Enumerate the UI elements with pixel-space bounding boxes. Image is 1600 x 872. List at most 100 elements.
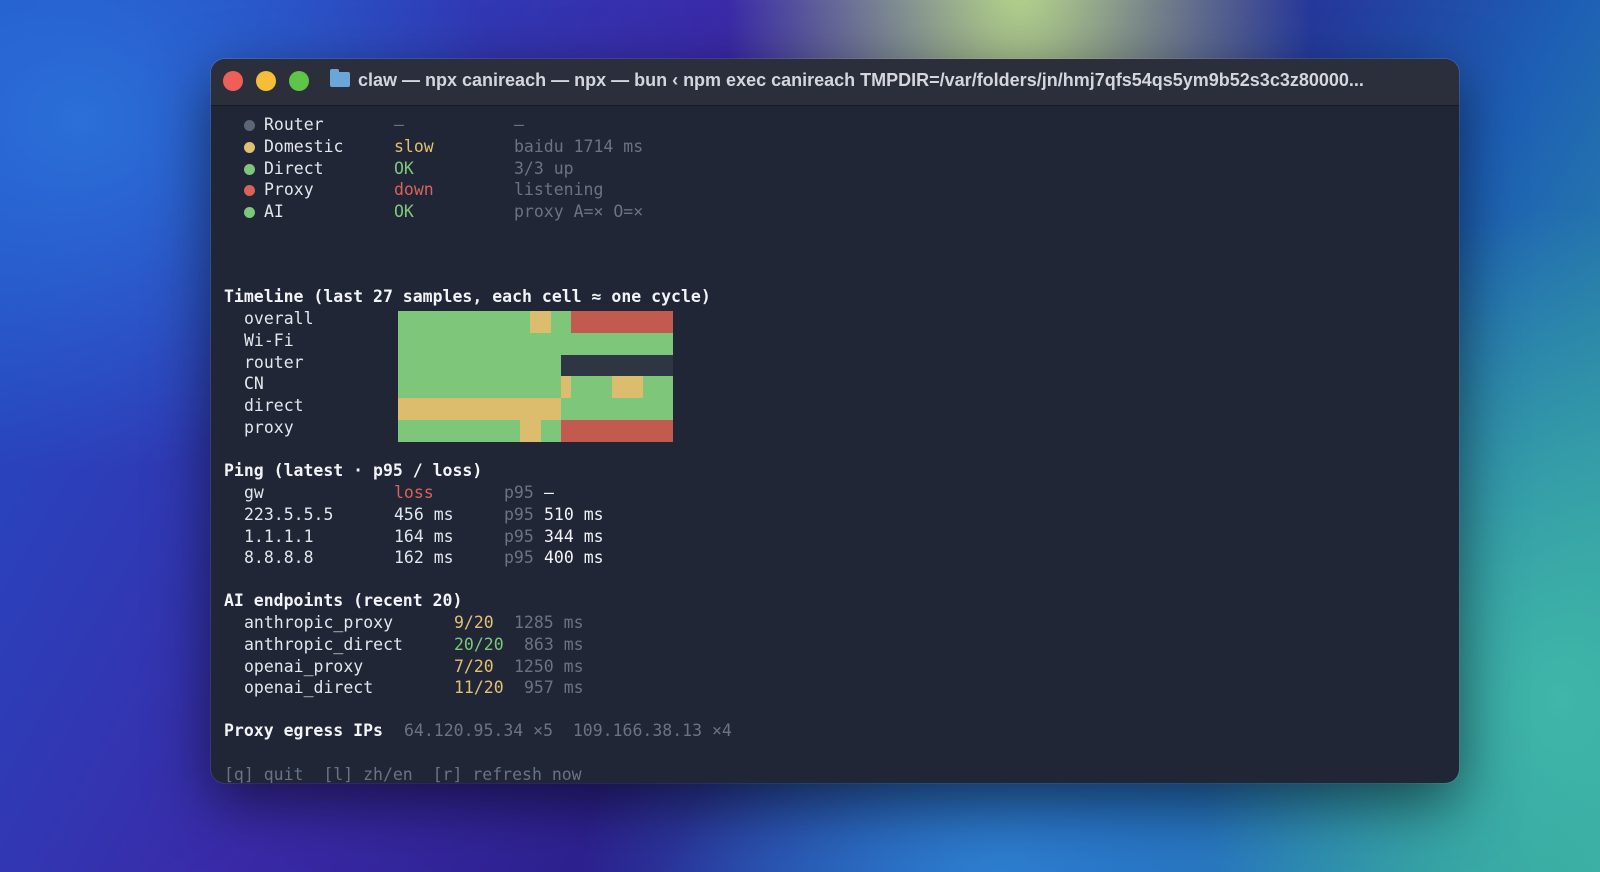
timeline-cell [448,332,460,355]
timeline-cell [469,311,480,333]
timeline-cell [550,332,561,355]
timeline-cell [428,376,439,399]
status-name: Router [264,115,324,134]
zoom-button[interactable] [289,71,309,91]
ai-endpoint-name: openai_proxy [244,656,364,676]
status-state: OK [394,202,414,222]
timeline-cell [469,354,480,377]
timeline-cell [662,354,674,377]
timeline-cell [398,311,409,333]
ai-endpoint-name: openai_direct [244,678,374,698]
timeline-cell [550,419,561,442]
timeline-cell [428,354,439,377]
timeline-row-label: direct [244,396,304,416]
timeline-cell [591,311,602,333]
timeline-cell [489,332,500,355]
timeline-cell [479,398,490,420]
timeline-cell [510,354,521,377]
timeline-grid [398,311,674,442]
ping-host: 223.5.5.5 [244,504,334,524]
timeline-heading: Timeline (last 27 samples, each cell ≈ o… [224,287,711,306]
ping-p95-label: p95 [504,548,534,568]
timeline-cell [591,332,602,355]
ai-endpoint-latency: 1250 ms [514,656,584,676]
status-detail: listening [514,180,604,200]
ping-latest: loss [394,483,434,502]
status-state: down [394,180,434,200]
ping-p95-label: p95 [504,526,534,546]
timeline-cell [540,419,551,442]
ping-host: 1.1.1.1 [244,526,314,546]
timeline-cell [581,376,592,399]
ping-p95-value: — [544,483,554,502]
ai-endpoint-latency: 863 ms [524,634,584,654]
timeline-cell [398,419,409,442]
timeline-cell [632,376,643,399]
timeline-row-label: overall [244,309,314,328]
timeline-cell [510,376,521,399]
timeline-cell [652,311,663,333]
timeline-cell [408,332,419,355]
timeline-cell [438,354,449,377]
timeline-cell [561,419,572,442]
ping-p95-value: 344 ms [544,526,604,546]
timeline-cell [530,311,541,333]
title-bar: claw — npx canireach — npx — bun ‹ npm e… [211,59,1459,106]
timeline-cell [642,311,653,333]
ai-endpoint-ratio: 9/20 [454,613,494,632]
status-detail: 3/3 up [514,158,574,178]
timeline-cell [571,398,582,420]
timeline-cell [550,311,561,333]
timeline-cell [408,376,419,399]
status-state: OK [394,158,414,178]
timeline-cell [459,376,470,399]
timeline-cell [489,419,500,442]
timeline-cell [428,332,439,355]
timeline-cell [428,419,439,442]
timeline-row-label: proxy [244,418,294,437]
timeline-cell [489,311,500,333]
timeline-cell [540,332,551,355]
timeline-cell [499,311,511,333]
timeline-cell [520,332,531,355]
timeline-cell [459,354,470,377]
timeline-cell [581,311,592,333]
close-button[interactable] [223,71,243,91]
timeline-cell [550,376,561,399]
timeline-cell [662,332,674,355]
timeline-cell [571,354,582,377]
egress-ips: 64.120.95.34 ×5 109.166.38.13 ×4 [404,721,732,740]
timeline-cell [459,419,470,442]
timeline-cell [622,332,633,355]
timeline-cell [622,376,633,399]
timeline-cell [510,332,521,355]
status-name: Direct [264,158,324,178]
timeline-cell [530,398,541,420]
key-hints: [q] quit [l] zh/en [r] refresh now [224,765,582,783]
egress-label: Proxy egress IPs [224,721,383,740]
ai-endpoint-ratio: 20/20 [454,634,504,654]
timeline-cell [448,354,460,377]
timeline-cell [418,398,429,420]
timeline-cell [662,419,674,442]
timeline-cell [479,332,490,355]
timeline-cell [438,311,449,333]
timeline-cell [398,354,409,377]
ping-p95-value: 400 ms [544,548,604,568]
timeline-cell [540,354,551,377]
timeline-cell [510,419,521,442]
timeline-cell [479,311,490,333]
timeline-cell [479,354,490,377]
minimize-button[interactable] [256,71,276,91]
timeline-cell [571,419,582,442]
timeline-cell [499,419,511,442]
timeline-cell [601,332,612,355]
timeline-cell [469,332,480,355]
window-title: claw — npx canireach — npx — bun ‹ npm e… [358,70,1364,90]
timeline-cell [530,376,541,399]
status-detail: proxy A=× O=× [514,202,644,222]
timeline-cell [418,376,429,399]
timeline-cell [540,311,551,333]
timeline-cell [438,332,449,355]
timeline-cell [571,332,582,355]
